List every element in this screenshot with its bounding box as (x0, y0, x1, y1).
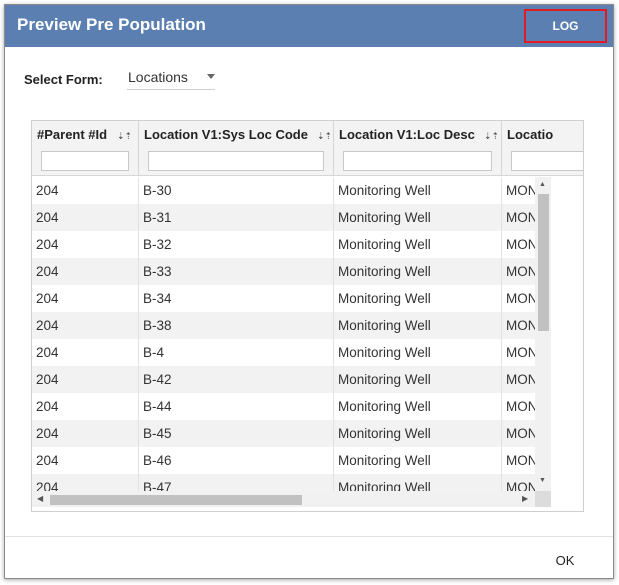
cell-location: MON (502, 285, 535, 312)
cell-loc-desc: Monitoring Well (334, 474, 502, 491)
table-row[interactable]: 204 B-4 Monitoring Well MON (32, 339, 535, 366)
cell-sys-loc-code: B-34 (139, 285, 334, 312)
cell-location: MON (502, 231, 535, 258)
scroll-right-icon[interactable]: ▶ (522, 494, 528, 503)
cell-loc-desc: Monitoring Well (334, 258, 502, 285)
table-row[interactable]: 204 B-30 Monitoring Well MON (32, 177, 535, 204)
select-form-label: Select Form: (24, 72, 103, 87)
cell-location: MON (502, 177, 535, 204)
cell-sys-loc-code: B-4 (139, 339, 334, 366)
table-row[interactable]: 204 B-47 Monitoring Well MON (32, 474, 535, 491)
preview-pre-population-dialog: Preview Pre Population LOG Select Form: … (4, 4, 614, 579)
table-row[interactable]: 204 B-44 Monitoring Well MON (32, 393, 535, 420)
ok-button[interactable]: OK (545, 548, 585, 572)
cell-location: MON (502, 366, 535, 393)
filter-input-location[interactable] (511, 151, 583, 171)
cell-loc-desc: Monitoring Well (334, 312, 502, 339)
grid-body: 204 B-30 Monitoring Well MON 204 B-31 Monitori… (32, 177, 535, 491)
column-header-location[interactable]: Locatio (502, 121, 583, 176)
cell-location: MON (502, 447, 535, 474)
cell-parent-id: 204 (32, 474, 139, 491)
cell-sys-loc-code: B-42 (139, 366, 334, 393)
filter-input-sys-loc-code[interactable] (148, 151, 324, 171)
column-header-label: Location V1:Sys Loc Code (144, 127, 308, 142)
cell-loc-desc: Monitoring Well (334, 420, 502, 447)
scroll-up-icon[interactable]: ▲ (539, 181, 546, 188)
cell-sys-loc-code: B-33 (139, 258, 334, 285)
cell-loc-desc: Monitoring Well (334, 393, 502, 420)
preview-grid: #Parent #Id ⇣⇡ Location V1:Sys Loc Code … (31, 120, 584, 512)
table-row[interactable]: 204 B-34 Monitoring Well MON (32, 285, 535, 312)
scroll-left-icon[interactable]: ◀ (37, 494, 43, 503)
cell-sys-loc-code: B-45 (139, 420, 334, 447)
dialog-title: Preview Pre Population (17, 15, 206, 34)
table-row[interactable]: 204 B-38 Monitoring Well MON (32, 312, 535, 339)
cell-sys-loc-code: B-47 (139, 474, 334, 491)
column-header-label: Locatio (507, 127, 554, 142)
cell-loc-desc: Monitoring Well (334, 339, 502, 366)
cell-parent-id: 204 (32, 258, 139, 285)
table-row[interactable]: 204 B-45 Monitoring Well MON (32, 420, 535, 447)
column-header-label: #Parent #Id (37, 127, 108, 142)
cell-loc-desc: Monitoring Well (334, 231, 502, 258)
caret-down-icon (207, 74, 215, 79)
sort-icon[interactable]: ⇣⇡ (484, 131, 499, 142)
cell-location: MON (502, 204, 535, 231)
scroll-down-icon[interactable]: ▼ (539, 477, 546, 484)
cell-loc-desc: Monitoring Well (334, 285, 502, 312)
cell-sys-loc-code: B-30 (139, 177, 334, 204)
table-row[interactable]: 204 B-32 Monitoring Well MON (32, 231, 535, 258)
column-header-sys-loc-code[interactable]: Location V1:Sys Loc Code ⇣⇡ (139, 121, 334, 176)
cell-parent-id: 204 (32, 177, 139, 204)
column-header-parent-id[interactable]: #Parent #Id ⇣⇡ (32, 121, 139, 176)
cell-parent-id: 204 (32, 447, 139, 474)
cell-location: MON (502, 420, 535, 447)
vertical-scrollbar[interactable]: ▲ ▼ (535, 177, 551, 491)
dialog-titlebar: Preview Pre Population LOG (5, 5, 613, 47)
cell-parent-id: 204 (32, 339, 139, 366)
cell-parent-id: 204 (32, 420, 139, 447)
horizontal-scroll-thumb[interactable] (50, 495, 302, 505)
horizontal-scrollbar[interactable]: ◀ ▶ (32, 491, 535, 507)
scrollbar-corner (535, 491, 551, 507)
cell-sys-loc-code: B-38 (139, 312, 334, 339)
cell-parent-id: 204 (32, 204, 139, 231)
cell-parent-id: 204 (32, 285, 139, 312)
cell-loc-desc: Monitoring Well (334, 447, 502, 474)
cell-parent-id: 204 (32, 231, 139, 258)
cell-loc-desc: Monitoring Well (334, 177, 502, 204)
log-button[interactable]: LOG (524, 9, 607, 43)
cell-loc-desc: Monitoring Well (334, 204, 502, 231)
table-row[interactable]: 204 B-33 Monitoring Well MON (32, 258, 535, 285)
cell-location: MON (502, 258, 535, 285)
filter-input-parent-id[interactable] (41, 151, 129, 171)
table-row[interactable]: 204 B-42 Monitoring Well MON (32, 366, 535, 393)
cell-location: MON (502, 339, 535, 366)
vertical-scroll-thumb[interactable] (538, 194, 549, 331)
cell-sys-loc-code: B-32 (139, 231, 334, 258)
column-header-loc-desc[interactable]: Location V1:Loc Desc ⇣⇡ (334, 121, 502, 176)
cell-sys-loc-code: B-44 (139, 393, 334, 420)
filter-input-loc-desc[interactable] (343, 151, 492, 171)
cell-location: MON (502, 474, 535, 491)
table-row[interactable]: 204 B-46 Monitoring Well MON (32, 447, 535, 474)
cell-loc-desc: Monitoring Well (334, 366, 502, 393)
cell-location: MON (502, 393, 535, 420)
column-header-label: Location V1:Loc Desc (339, 127, 475, 142)
form-select[interactable]: Locations (127, 67, 215, 90)
table-row[interactable]: 204 B-31 Monitoring Well MON (32, 204, 535, 231)
grid-header: #Parent #Id ⇣⇡ Location V1:Sys Loc Code … (32, 121, 583, 176)
sort-icon[interactable]: ⇣⇡ (117, 131, 132, 142)
cell-parent-id: 204 (32, 366, 139, 393)
sort-icon[interactable]: ⇣⇡ (317, 131, 332, 142)
form-select-value: Locations (128, 69, 188, 85)
cell-sys-loc-code: B-31 (139, 204, 334, 231)
footer-divider (5, 536, 613, 537)
cell-location: MON (502, 312, 535, 339)
cell-parent-id: 204 (32, 312, 139, 339)
cell-parent-id: 204 (32, 393, 139, 420)
cell-sys-loc-code: B-46 (139, 447, 334, 474)
